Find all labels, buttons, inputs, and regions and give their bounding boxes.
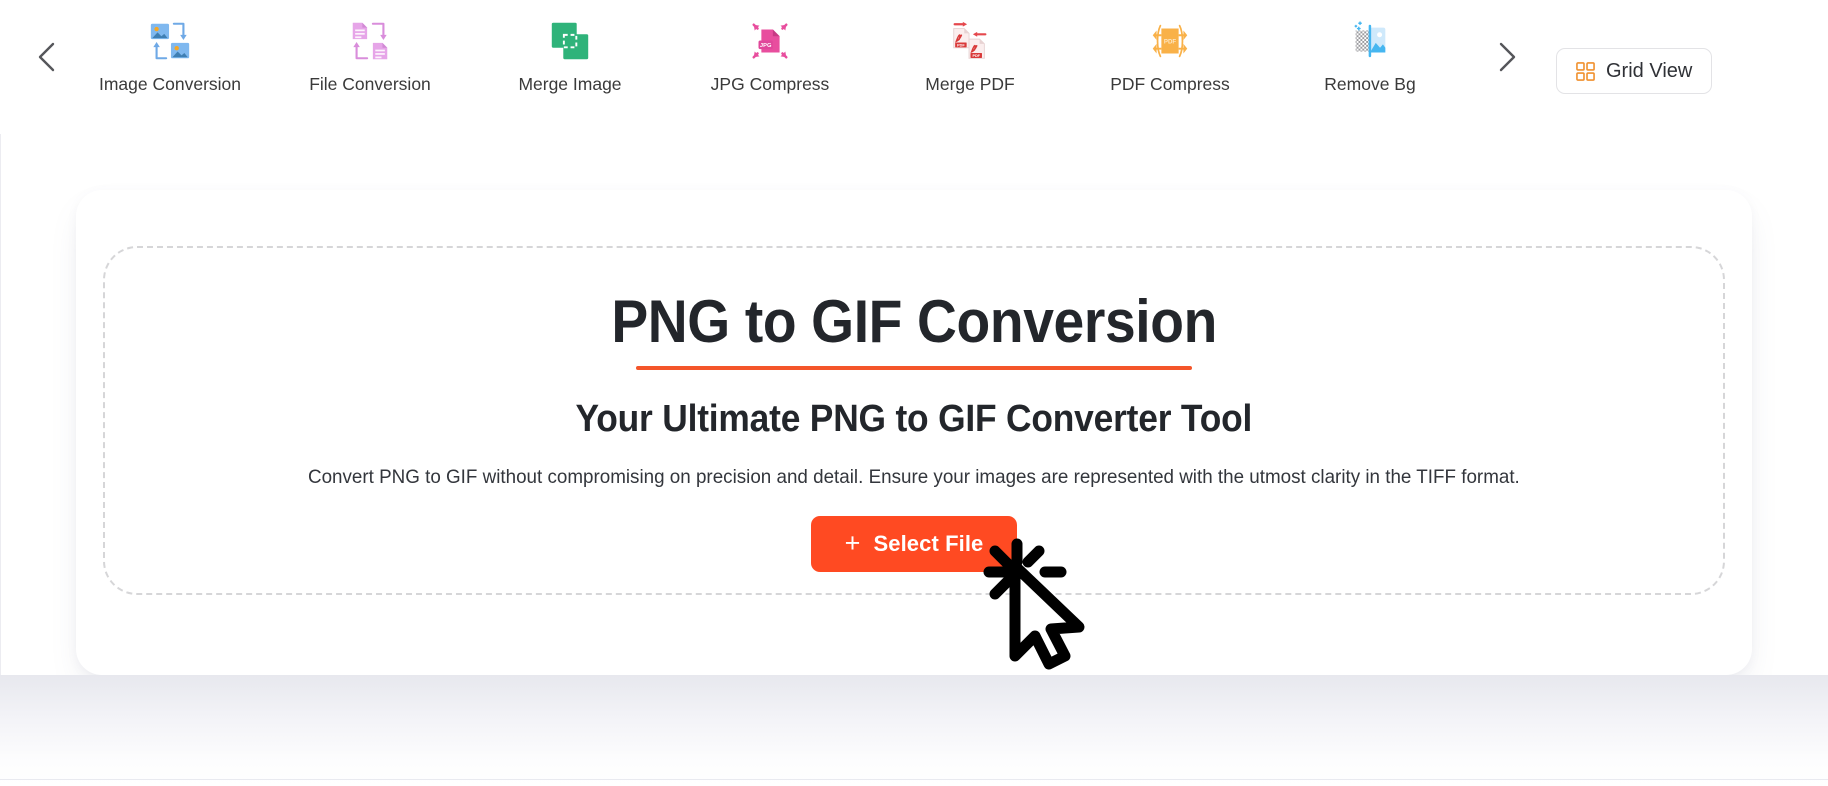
app-root: Image Conversion File Conversion Merge I… xyxy=(0,0,1828,786)
carousel-prev-button[interactable] xyxy=(30,40,64,74)
jpg-compress-icon: JPG xyxy=(752,23,788,59)
chevron-left-icon xyxy=(38,42,55,72)
tool-item-pdf-compress[interactable]: PDF PDF Compress xyxy=(1070,18,1270,95)
grid-view-button[interactable]: Grid View xyxy=(1556,48,1713,94)
svg-text:PDF: PDF xyxy=(957,43,965,47)
tool-label: Image Conversion xyxy=(98,74,242,94)
grid-icon xyxy=(1576,61,1595,81)
carousel-next-button[interactable] xyxy=(1490,40,1524,74)
chevron-right-icon xyxy=(1499,42,1516,72)
page-title: PNG to GIF Conversion xyxy=(611,288,1217,355)
tool-label: PDF Compress xyxy=(1110,74,1230,94)
page-bottom-band xyxy=(0,675,1828,786)
tool-item-merge-pdf[interactable]: PDF PDF Merge PDF xyxy=(870,18,1070,95)
svg-text:PDF: PDF xyxy=(973,54,981,58)
merge-pdf-icon: PDF PDF xyxy=(953,21,987,59)
page-subtitle: Your Ultimate PNG to GIF Converter Tool xyxy=(575,398,1253,440)
tool-item-merge-image[interactable]: Merge Image xyxy=(470,18,670,95)
image-conversion-icon xyxy=(150,22,190,60)
remove-bg-icon xyxy=(1354,21,1386,58)
page-description: Convert PNG to GIF without compromising … xyxy=(308,466,1520,488)
tool-item-file-conversion[interactable]: File Conversion xyxy=(270,18,470,95)
file-dropzone[interactable]: PNG to GIF Conversion Your Ultimate PNG … xyxy=(103,246,1725,595)
tool-item-image-conversion[interactable]: Image Conversion xyxy=(70,18,270,95)
plus-icon: + xyxy=(844,527,861,558)
svg-text:JPG: JPG xyxy=(760,43,772,49)
page-bottom-divider xyxy=(0,779,1828,780)
tool-label: Merge Image xyxy=(518,74,622,94)
tool-label: JPG Compress xyxy=(710,74,830,94)
pdf-compress-icon: PDF xyxy=(1152,24,1188,58)
tool-label: File Conversion xyxy=(309,74,431,94)
title-underline xyxy=(636,366,1192,370)
grid-view-label: Grid View xyxy=(1606,59,1693,82)
converter-card: PNG to GIF Conversion Your Ultimate PNG … xyxy=(76,190,1752,675)
tool-item-jpg-compress[interactable]: JPG JPG Compress xyxy=(670,18,870,95)
merge-image-icon xyxy=(551,22,589,60)
tool-label: Merge PDF xyxy=(925,74,1015,94)
tool-list: Image Conversion File Conversion Merge I… xyxy=(70,18,1470,95)
tool-label: Remove Bg xyxy=(1324,74,1416,94)
select-file-label: Select File xyxy=(873,531,984,556)
select-file-button[interactable]: + Select File xyxy=(810,516,1018,572)
tool-item-remove-bg[interactable]: Remove Bg xyxy=(1270,18,1470,95)
tool-carousel: Image Conversion File Conversion Merge I… xyxy=(0,0,1828,134)
file-conversion-icon xyxy=(352,22,388,60)
svg-text:PDF: PDF xyxy=(1164,38,1177,45)
page-title-wrap: PNG to GIF Conversion xyxy=(585,290,1243,370)
